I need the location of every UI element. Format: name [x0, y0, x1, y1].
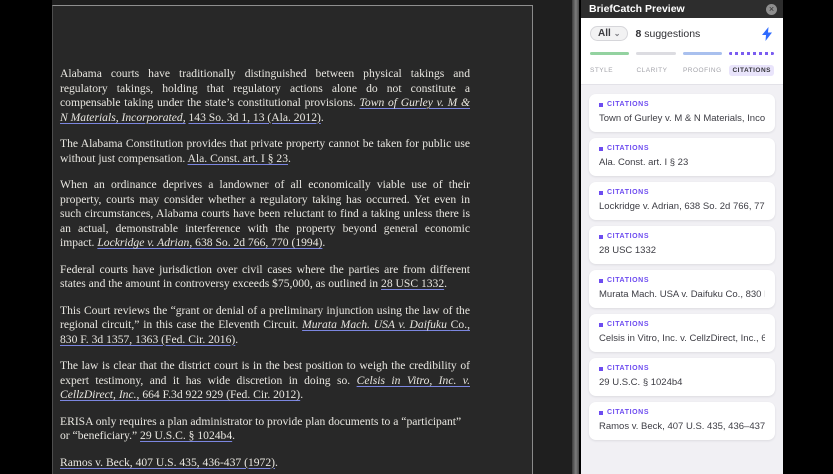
card-citation-text: Celsis in Vitro, Inc. v. CellzDirect, In… [599, 333, 765, 344]
tab-citations[interactable]: CITATIONS [729, 52, 774, 77]
tab-progress-bar [683, 52, 722, 55]
suggestions-count: 8 suggestions [635, 28, 754, 40]
card-category-label: CITATIONS [607, 365, 649, 372]
panel-title: BriefCatch Preview [589, 3, 766, 15]
card-category: CITATIONS [599, 365, 765, 372]
suggestion-card[interactable]: CITATIONS 29 U.S.C. § 1024b4 [589, 358, 775, 396]
tab-progress-bar [729, 52, 774, 55]
body-text: . [235, 333, 238, 346]
suggestion-card[interactable]: CITATIONS Lockridge v. Adrian, 638 So. 2d… [589, 182, 775, 220]
card-category: CITATIONS [599, 145, 765, 152]
citation-link[interactable]: , 664 F.3d 922 929 (Fed. Cir. 2012) [137, 388, 301, 401]
bullet-icon [599, 191, 603, 195]
suggestion-list: CITATIONS Town of Gurley v. M & N Materia… [581, 85, 783, 474]
document-paragraph: When an ordinance deprives a landowner o… [60, 178, 470, 251]
category-tabs: STYLE CLARITY PROOFING CITATIONS [581, 46, 783, 85]
body-text: . [321, 111, 324, 124]
citation-link[interactable]: 143 So. 3d 1, 13 (Ala. 2012) [189, 111, 321, 124]
body-text: . [288, 152, 291, 165]
document-viewport: Alabama courts have traditionally distin… [52, 0, 575, 474]
bullet-icon [599, 103, 603, 107]
bullet-icon [599, 367, 603, 371]
suggestion-card[interactable]: CITATIONS Ala. Const. art. I § 23 [589, 138, 775, 176]
document-page[interactable]: Alabama courts have traditionally distin… [52, 5, 533, 474]
filter-dropdown-label: All [598, 28, 611, 39]
citation-link[interactable]: Lockridge v. Adrian [97, 236, 189, 249]
suggestion-card[interactable]: CITATIONS 28 USC 1332 [589, 226, 775, 264]
tab-proofing[interactable]: PROOFING [683, 52, 722, 77]
suggestion-card[interactable]: CITATIONS Ramos v. Beck, 407 U.S. 435, 43… [589, 402, 775, 440]
card-citation-text: Lockridge v. Adrian, 638 So. 2d 766, 770… [599, 201, 765, 212]
bullet-icon [599, 147, 603, 151]
card-category-label: CITATIONS [607, 101, 649, 108]
close-icon[interactable]: × [766, 4, 777, 15]
card-category: CITATIONS [599, 409, 765, 416]
citation-link[interactable]: , 638 So. 2d 766, 770 (1994) [189, 236, 322, 249]
tab-progress-bar [590, 52, 629, 55]
body-text: . [322, 236, 325, 249]
body-text: . [300, 388, 303, 401]
tab-clarity[interactable]: CLARITY [636, 52, 675, 77]
card-category-label: CITATIONS [607, 189, 649, 196]
body-text: . [232, 429, 235, 442]
briefcatch-panel: BriefCatch Preview × All ⌄ 8 suggestions… [581, 0, 783, 474]
tab-progress-bar [636, 52, 675, 55]
tab-label: CLARITY [636, 67, 667, 74]
document-paragraph: Ramos v. Beck, 407 U.S. 435, 436-437 (19… [60, 456, 470, 471]
card-category: CITATIONS [599, 233, 765, 240]
lightning-icon[interactable] [761, 27, 773, 41]
card-category: CITATIONS [599, 101, 765, 108]
card-category: CITATIONS [599, 189, 765, 196]
bullet-icon [599, 235, 603, 239]
card-category-label: CITATIONS [607, 145, 649, 152]
bullet-icon [599, 323, 603, 327]
citation-link[interactable]: Ramos v. Beck, 407 U.S. 435, 436-437 (19… [60, 456, 275, 469]
app-window: Alabama courts have traditionally distin… [0, 0, 833, 474]
card-category: CITATIONS [599, 277, 765, 284]
card-citation-text: Murata Mach. USA v. Daifuku Co., 830 F. … [599, 289, 765, 300]
card-category: CITATIONS [599, 321, 765, 328]
card-citation-text: Town of Gurley v. M & N Materials, Incor… [599, 113, 765, 124]
suggestion-card[interactable]: CITATIONS Murata Mach. USA v. Daifuku Co.… [589, 270, 775, 308]
document-paragraph: ERISA only requires a plan administrator… [60, 415, 470, 444]
chevron-down-icon: ⌄ [614, 29, 621, 38]
tab-label: PROOFING [683, 67, 722, 74]
document-paragraph: Alabama courts have traditionally distin… [60, 67, 470, 125]
bullet-icon [599, 411, 603, 415]
citation-link[interactable]: Murata Mach. USA v. Daifuku [302, 318, 451, 331]
panel-header: BriefCatch Preview × [581, 0, 783, 18]
card-category-label: CITATIONS [607, 321, 649, 328]
citation-link[interactable]: Ala. Const. art. I § 23 [188, 152, 288, 165]
card-citation-text: Ramos v. Beck, 407 U.S. 435, 436–437 (1.… [599, 421, 765, 432]
body-text: . [444, 277, 447, 290]
citation-link[interactable]: 28 USC 1332 [381, 277, 444, 290]
suggestion-card[interactable]: CITATIONS Celsis in Vitro, Inc. v. CellzD… [589, 314, 775, 352]
tab-style[interactable]: STYLE [590, 52, 629, 77]
card-citation-text: 29 U.S.C. § 1024b4 [599, 377, 765, 388]
filter-dropdown[interactable]: All ⌄ [590, 26, 628, 41]
document-scrollbar[interactable] [572, 0, 579, 474]
body-text: ERISA only requires a plan administrator… [60, 415, 461, 443]
panel-controls: All ⌄ 8 suggestions [581, 18, 783, 46]
tab-label: STYLE [590, 67, 613, 74]
tab-label: CITATIONS [729, 65, 774, 76]
document-text: Alabama courts have traditionally distin… [53, 6, 532, 474]
card-category-label: CITATIONS [607, 233, 649, 240]
card-citation-text: Ala. Const. art. I § 23 [599, 157, 765, 168]
card-citation-text: 28 USC 1332 [599, 245, 765, 256]
card-category-label: CITATIONS [607, 277, 649, 284]
suggestion-card[interactable]: CITATIONS Town of Gurley v. M & N Materia… [589, 94, 775, 132]
document-paragraph: The law is clear that the district court… [60, 359, 470, 403]
document-paragraph: This Court reviews the “grant or denial … [60, 304, 470, 348]
card-category-label: CITATIONS [607, 409, 649, 416]
citation-link[interactable]: 29 U.S.C. § 1024b4 [140, 429, 232, 442]
document-paragraph: Federal courts have jurisdiction over ci… [60, 263, 470, 292]
document-paragraph: The Alabama Constitution provides that p… [60, 137, 470, 166]
bullet-icon [599, 279, 603, 283]
body-text: . [275, 456, 278, 469]
